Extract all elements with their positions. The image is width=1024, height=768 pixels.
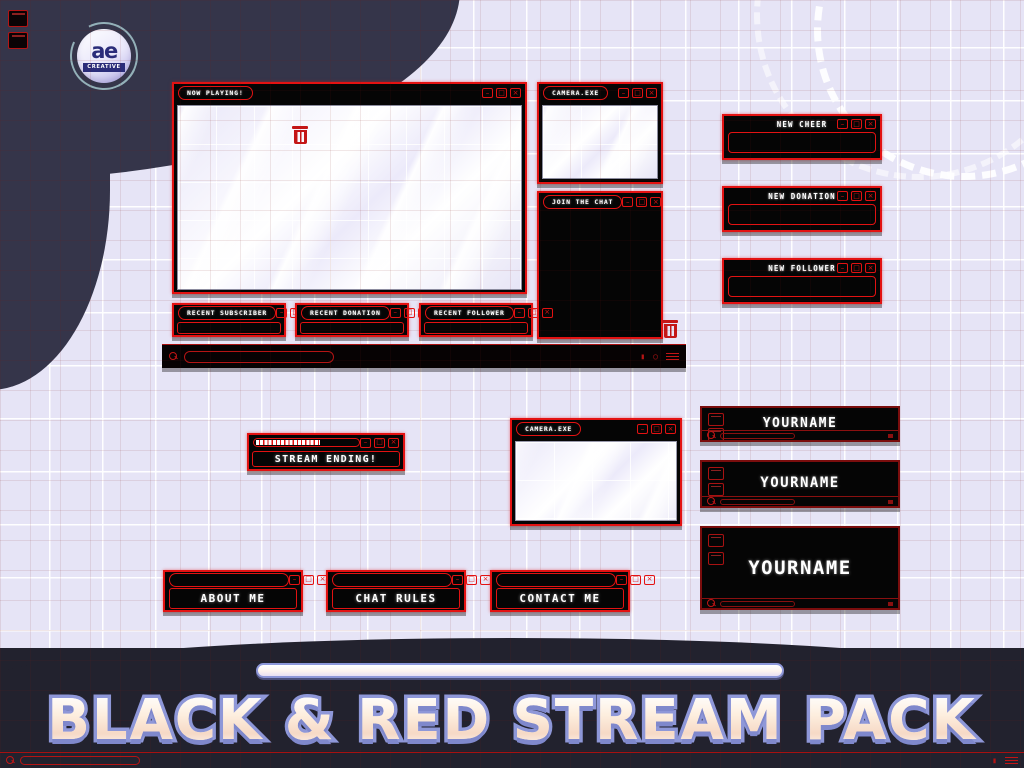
name-panel-small-taskbar[interactable]: [702, 430, 898, 440]
battery-icon: ▮: [992, 756, 997, 765]
name-panel-medium-taskbar[interactable]: [702, 496, 898, 506]
name-panel-medium-label: YOURNAME: [760, 475, 840, 491]
close-icon[interactable]: ×: [388, 437, 399, 448]
contact-me-label: CONTACT ME: [519, 592, 601, 605]
search-icon[interactable]: [6, 756, 15, 765]
chat-rules-label: CHAT RULES: [355, 592, 437, 605]
maximize-icon[interactable]: □: [651, 424, 662, 434]
trash-lid: [292, 126, 308, 129]
stream-ending-body: STREAM ENDING!: [252, 451, 400, 467]
search-input[interactable]: [20, 756, 140, 765]
window-controls[interactable]: – □ ×: [360, 437, 399, 448]
chat-rules-body: CHAT RULES: [332, 588, 460, 609]
camera-two-window[interactable]: CAMERA.EXE – □ ×: [510, 418, 682, 526]
about-me-titlebar: – □ ×: [165, 572, 328, 587]
contact-me-title: [496, 572, 616, 587]
name-panel-small[interactable]: YOURNAME: [700, 406, 900, 442]
maximize-icon[interactable]: □: [374, 437, 385, 448]
tray-dot: [888, 601, 893, 606]
contact-me-body: CONTACT ME: [496, 588, 624, 609]
name-panel-small-label: YOURNAME: [762, 416, 838, 431]
name-panel-large[interactable]: YOURNAME: [700, 526, 900, 610]
camera-two-titlebar: CAMERA.EXE – □ ×: [512, 420, 680, 438]
taskbar-tray: [888, 601, 893, 606]
tray-dot: [888, 499, 893, 504]
chat-rules-title: [332, 572, 452, 587]
about-me-button[interactable]: – □ × ABOUT ME: [163, 570, 328, 612]
camera-two-screen: [515, 441, 677, 521]
stream-ending-titlebar: – □ ×: [249, 435, 403, 450]
search-input[interactable]: [720, 498, 795, 505]
minimize-icon[interactable]: –: [616, 574, 627, 585]
minimize-icon[interactable]: –: [289, 574, 300, 585]
camera-two-title: CAMERA.EXE: [516, 422, 582, 436]
stream-ending-text: STREAM ENDING!: [274, 453, 378, 465]
taskbar-tray: [888, 499, 893, 504]
chat-rules-button[interactable]: – □ × CHAT RULES: [326, 570, 491, 612]
hamburger-menu-icon[interactable]: [1005, 756, 1018, 765]
search-input[interactable]: [720, 432, 795, 439]
stream-ending-taskbar[interactable]: ▮: [0, 752, 1024, 768]
maximize-icon[interactable]: □: [303, 574, 314, 585]
about-me-label: ABOUT ME: [200, 592, 266, 605]
window-controls[interactable]: – □ ×: [637, 424, 676, 434]
taskbar-tray: [888, 433, 893, 438]
about-me-body: ABOUT ME: [169, 588, 297, 609]
close-icon[interactable]: ×: [665, 424, 676, 434]
search-input[interactable]: [720, 600, 795, 607]
name-panel-medium[interactable]: YOURNAME: [700, 460, 900, 508]
stream-ending-banner[interactable]: – □ × STREAM ENDING!: [247, 433, 405, 471]
chat-rules-titlebar: – □ ×: [328, 572, 491, 587]
maximize-icon[interactable]: □: [466, 574, 477, 585]
minimize-icon[interactable]: –: [452, 574, 463, 585]
search-icon[interactable]: [707, 431, 716, 440]
title-divider-pill: [256, 663, 784, 678]
about-me-title: [169, 572, 289, 587]
minimize-icon[interactable]: –: [637, 424, 648, 434]
taskbar-tray[interactable]: ▮: [992, 756, 1018, 765]
maximize-icon[interactable]: □: [630, 574, 641, 585]
pack-title: BLACK & RED STREAM PACK: [0, 688, 1024, 753]
trash-can: [293, 130, 307, 144]
loading-bar: [253, 438, 360, 447]
contact-me-button[interactable]: – □ × CONTACT ME: [490, 570, 655, 612]
name-panel-large-taskbar[interactable]: [702, 598, 898, 608]
window-controls[interactable]: – □ ×: [289, 574, 328, 585]
name-panel-large-label: YOURNAME: [748, 557, 852, 579]
minimize-icon[interactable]: –: [360, 437, 371, 448]
desktop-icon-two[interactable]: [8, 32, 28, 49]
window-controls[interactable]: – □ ×: [616, 574, 655, 585]
desktop-icon-one[interactable]: [708, 534, 724, 547]
stream-pack-preview: ae CREATIVE NOW PLAYING! – □ × CAMERA.EX…: [0, 0, 1024, 768]
desktop-icon-one[interactable]: [8, 10, 28, 27]
search-icon[interactable]: [707, 497, 716, 506]
trash-icon[interactable]: [292, 126, 308, 144]
search-icon[interactable]: [707, 599, 716, 608]
contact-me-titlebar: – □ ×: [492, 572, 655, 587]
close-icon[interactable]: ×: [644, 574, 655, 585]
tray-dot: [888, 433, 893, 438]
window-controls[interactable]: – □ ×: [452, 574, 491, 585]
